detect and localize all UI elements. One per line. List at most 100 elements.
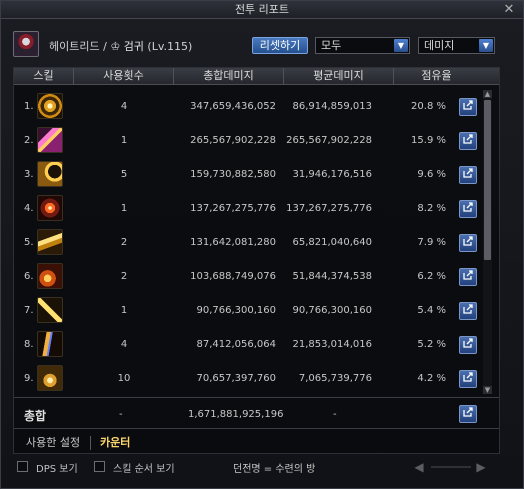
share-icon bbox=[463, 304, 473, 314]
column-header-count[interactable]: 사용횟수 bbox=[74, 68, 174, 85]
share-icon bbox=[463, 407, 473, 417]
damage-share: 5.4 % bbox=[417, 305, 446, 316]
close-button[interactable]: ✕ bbox=[501, 2, 517, 18]
row-index: 4. bbox=[24, 203, 34, 214]
use-count: 2 bbox=[120, 271, 128, 282]
damage-share: 7.9 % bbox=[417, 237, 446, 248]
table-row[interactable]: 1. 4 347,659,436,052 86,914,859,013 20.8… bbox=[14, 90, 479, 124]
window-title: 전투 리포트 bbox=[234, 3, 290, 16]
use-count: 4 bbox=[120, 339, 128, 350]
total-damage: 70,657,397,760 bbox=[196, 373, 276, 384]
total-damage: 87,412,056,064 bbox=[196, 339, 276, 350]
share-button[interactable] bbox=[459, 336, 477, 354]
total-damage: 137,267,275,776 bbox=[190, 203, 276, 214]
table-row[interactable]: 9. 10 70,657,397,760 7,065,739,776 4.2 % bbox=[14, 362, 479, 396]
share-button[interactable] bbox=[459, 98, 477, 116]
use-count: 5 bbox=[120, 169, 128, 180]
share-icon bbox=[463, 338, 473, 348]
damage-share: 20.8 % bbox=[411, 101, 446, 112]
column-header-share[interactable]: 점유율 bbox=[394, 68, 479, 85]
use-count: 4 bbox=[120, 101, 128, 112]
column-header-total[interactable]: 총합데미지 bbox=[174, 68, 284, 85]
skill-icon-dash bbox=[37, 331, 63, 357]
row-index: 7. bbox=[24, 305, 34, 316]
total-damage: 159,730,882,580 bbox=[190, 169, 276, 180]
share-button[interactable] bbox=[459, 200, 477, 218]
table-row[interactable]: 3. 5 159,730,882,580 31,946,176,516 9.6 … bbox=[14, 158, 479, 192]
skill-icon-slash-pink bbox=[37, 127, 63, 153]
table-row[interactable]: 6. 2 103,688,749,076 51,844,374,538 6.2 … bbox=[14, 260, 479, 294]
row-index: 2. bbox=[24, 135, 34, 146]
skill-icon-ring bbox=[37, 93, 63, 119]
table-row[interactable]: 7. 1 90,766,300,160 90,766,300,160 5.4 % bbox=[14, 294, 479, 328]
scrollbar[interactable]: ▲ ▼ bbox=[483, 90, 492, 394]
average-damage: 137,267,275,776 bbox=[286, 203, 372, 214]
type-select[interactable]: 데미지 ▼ bbox=[418, 37, 495, 54]
page-track bbox=[431, 466, 471, 468]
skill-order-label: 스킬 순서 보기 bbox=[113, 464, 175, 475]
damage-share: 8.2 % bbox=[417, 203, 446, 214]
target-select[interactable]: 모두 ▼ bbox=[315, 37, 410, 54]
skill-icon-cross bbox=[37, 297, 63, 323]
character-name: 헤이트리드 / bbox=[49, 40, 111, 53]
prev-page-icon[interactable]: ◀ bbox=[411, 460, 427, 474]
skill-icon-burst bbox=[37, 195, 63, 221]
class-name: 검귀 bbox=[123, 40, 144, 53]
total-count: - bbox=[119, 409, 123, 420]
table-row[interactable]: 4. 1 137,267,275,776 137,267,275,776 8.2… bbox=[14, 192, 479, 226]
share-icon bbox=[463, 100, 473, 110]
row-index: 1. bbox=[24, 101, 34, 112]
chevron-down-icon: ▼ bbox=[479, 39, 493, 52]
share-button[interactable] bbox=[459, 132, 477, 150]
column-header-skill[interactable]: 스킬 bbox=[14, 68, 74, 85]
skill-order-checkbox[interactable] bbox=[94, 461, 105, 472]
share-button[interactable] bbox=[459, 268, 477, 286]
footer-bar: DPS 보기 스킬 순서 보기 던전명 = 수련의 방 ◀ ▶ bbox=[1, 457, 523, 479]
row-index: 3. bbox=[24, 169, 34, 180]
skill-icon-wave bbox=[37, 229, 63, 255]
use-count: 1 bbox=[120, 305, 128, 316]
total-label: 총합 bbox=[24, 409, 47, 423]
chevron-down-icon: ▼ bbox=[394, 39, 408, 52]
share-total-button[interactable] bbox=[459, 405, 477, 423]
table-header: 스킬 사용횟수 총합데미지 평균데미지 점유율 bbox=[14, 68, 499, 85]
title-bar[interactable]: 전투 리포트 ✕ bbox=[1, 1, 523, 19]
share-button[interactable] bbox=[459, 302, 477, 320]
table-row[interactable]: 2. 1 265,567,902,228 265,567,902,228 15.… bbox=[14, 124, 479, 158]
scroll-down-icon[interactable]: ▼ bbox=[483, 386, 492, 394]
skill-icon-crescent bbox=[37, 161, 63, 187]
share-button[interactable] bbox=[459, 234, 477, 252]
damage-share: 4.2 % bbox=[417, 373, 446, 384]
damage-share: 9.6 % bbox=[417, 169, 446, 180]
bottom-tabs: 사용한 설정 카운터 bbox=[14, 432, 499, 454]
next-page-icon[interactable]: ▶ bbox=[473, 460, 489, 474]
character-level: (Lv.115) bbox=[143, 40, 193, 53]
total-avg: - bbox=[333, 409, 337, 420]
share-icon bbox=[463, 134, 473, 144]
share-icon bbox=[463, 236, 473, 246]
skill-table-panel: 스킬 사용횟수 총합데미지 평균데미지 점유율 1. 4 347,659,436… bbox=[13, 67, 500, 454]
share-icon bbox=[463, 372, 473, 382]
total-damage: 131,642,081,280 bbox=[190, 237, 276, 248]
total-damage: 103,688,749,076 bbox=[190, 271, 276, 282]
share-button[interactable] bbox=[459, 370, 477, 388]
skill-icon-swirl bbox=[37, 365, 63, 391]
share-button[interactable] bbox=[459, 166, 477, 184]
total-damage: 265,567,902,228 bbox=[190, 135, 276, 146]
scroll-thumb[interactable] bbox=[484, 100, 491, 260]
class-icon: ♔ bbox=[110, 40, 121, 53]
dps-view-checkbox[interactable] bbox=[17, 461, 28, 472]
reset-button[interactable]: 리셋하기 bbox=[252, 37, 308, 54]
combat-report-window: 전투 리포트 ✕ 헤이트리드 / ♔ 검귀 (Lv.115) 리셋하기 모두 ▼… bbox=[0, 0, 524, 489]
total-damage: 1,671,881,925,196 bbox=[188, 409, 284, 420]
target-select-value: 모두 bbox=[321, 39, 342, 52]
tab-counter[interactable]: 카운터 bbox=[100, 435, 130, 451]
damage-share: 6.2 % bbox=[417, 271, 446, 282]
table-row[interactable]: 8. 4 87,412,056,064 21,853,014,016 5.2 % bbox=[14, 328, 479, 362]
scroll-up-icon[interactable]: ▲ bbox=[483, 90, 492, 98]
tab-used-settings[interactable]: 사용한 설정 bbox=[26, 435, 80, 451]
row-index: 6. bbox=[24, 271, 34, 282]
average-damage: 265,567,902,228 bbox=[286, 135, 372, 146]
table-row[interactable]: 5. 2 131,642,081,280 65,821,040,640 7.9 … bbox=[14, 226, 479, 260]
column-header-avg[interactable]: 평균데미지 bbox=[284, 68, 394, 85]
